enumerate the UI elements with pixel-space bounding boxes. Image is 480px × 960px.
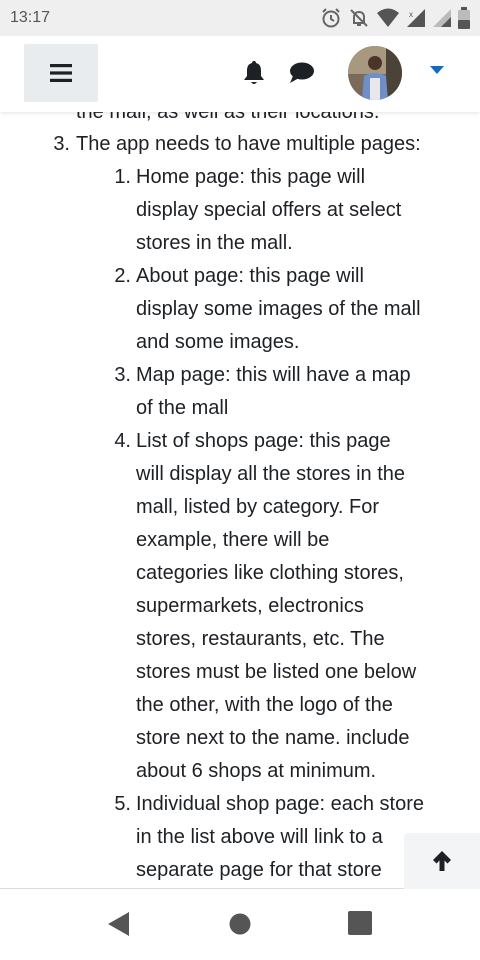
sublist-text-line: display some images of the mall bbox=[136, 298, 421, 320]
sublist-text-line: supermarkets, electronics bbox=[136, 595, 364, 617]
list-text: The app needs to have multiple pages: bbox=[76, 133, 421, 155]
chevron-down-icon[interactable] bbox=[430, 66, 444, 75]
sublist-text-line: and some images. bbox=[136, 331, 300, 353]
hamburger-icon bbox=[50, 64, 72, 82]
battery-icon bbox=[458, 7, 470, 29]
sublist-text-line: separate page for that store bbox=[136, 859, 382, 881]
signal-icon: x bbox=[407, 9, 425, 27]
arrow-up-icon bbox=[433, 851, 451, 871]
page-content: the mall, as well as their locations. 3.… bbox=[0, 36, 480, 888]
sublist-text-line: About page: this page will bbox=[136, 265, 364, 287]
bell-icon[interactable] bbox=[242, 60, 266, 86]
recents-square-icon[interactable] bbox=[348, 911, 372, 935]
status-icons: x bbox=[320, 6, 470, 30]
sublist-text-line: stores in the mall. bbox=[136, 232, 293, 254]
sublist-text-line: display special offers at select bbox=[136, 199, 402, 221]
chat-bubble-icon[interactable] bbox=[289, 62, 315, 84]
alarm-icon bbox=[322, 8, 340, 28]
menu-button[interactable] bbox=[24, 44, 98, 102]
sublist-number: 4. bbox=[114, 430, 131, 452]
sublist-item: 3. Map page: this will have a map of the m… bbox=[0, 359, 480, 425]
top-navbar bbox=[0, 36, 480, 112]
list-item: 3. The app needs to have multiple pages: bbox=[0, 128, 480, 161]
sublist-number: 1. bbox=[114, 166, 131, 188]
sublist-text-line: categories like clothing stores, bbox=[136, 562, 404, 584]
sublist-text-line: Map page: this will have a map bbox=[136, 364, 411, 386]
sublist-text-line: stores must be listed one below bbox=[136, 661, 417, 683]
sublist-text-line: will display all the stores in the bbox=[136, 463, 406, 485]
sublist-text-line: Home page: this page will bbox=[136, 166, 366, 188]
sublist-item: 4. List of shops page: this page will disp… bbox=[0, 425, 480, 788]
wifi-icon bbox=[377, 8, 399, 27]
bell-off-icon bbox=[350, 9, 368, 27]
signal-icon bbox=[433, 9, 451, 27]
system-navigation-bar bbox=[0, 888, 480, 960]
sublist-text-line: mall, listed by category. For bbox=[136, 496, 380, 518]
sublist-text-line: of the mall bbox=[136, 397, 229, 419]
sublist-number: 5. bbox=[114, 793, 131, 815]
scroll-to-top-button[interactable] bbox=[404, 833, 480, 889]
sublist-text-line: store next to the name. include bbox=[136, 727, 410, 749]
sublist-text-line: about 6 shops at minimum. bbox=[136, 760, 377, 782]
avatar[interactable] bbox=[348, 46, 402, 100]
sublist-number: 2. bbox=[114, 265, 131, 287]
sublist-text-line: example, there will be bbox=[136, 529, 330, 551]
sublist-item: 1. Home page: this page will display speci… bbox=[0, 161, 480, 260]
sublist-text-line: Individual shop page: each store bbox=[136, 793, 424, 815]
sublist-item: 2. About page: this page will display some… bbox=[0, 260, 480, 359]
sublist-number: 3. bbox=[114, 364, 131, 386]
svg-text:x: x bbox=[409, 10, 413, 19]
status-bar: 13:17 x bbox=[0, 0, 480, 36]
back-triangle-icon[interactable] bbox=[107, 911, 131, 937]
list-number: 3. bbox=[53, 133, 70, 155]
sublist-text-line: the other, with the logo of the bbox=[136, 694, 393, 716]
sublist-text-line: in the list above will link to a bbox=[136, 826, 383, 848]
sublist-text-line: List of shops page: this page bbox=[136, 430, 391, 452]
home-circle-icon[interactable] bbox=[229, 913, 251, 935]
user-photo bbox=[348, 46, 402, 100]
status-time: 13:17 bbox=[10, 9, 51, 26]
sublist-text-line: stores, restaurants, etc. The bbox=[136, 628, 385, 650]
